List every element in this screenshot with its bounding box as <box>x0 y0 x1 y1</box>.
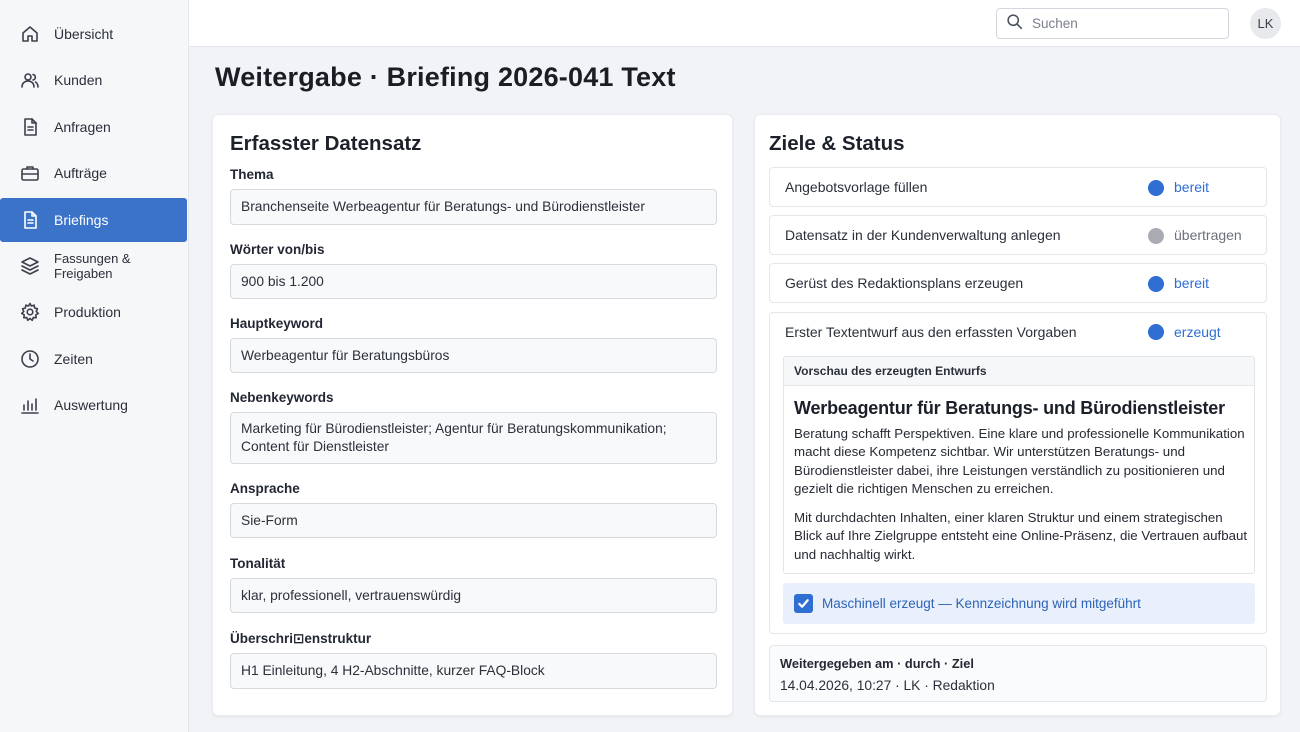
goal-label: Erster Textentwurf aus den erfassten Vor… <box>785 324 1077 340</box>
goals-panel: Ziele & Status Angebotsvorlage füllen be… <box>754 114 1281 716</box>
sidebar-item-label: Produktion <box>54 304 121 321</box>
field-label-ansprache: Ansprache <box>230 481 300 496</box>
preview-title: Werbeagentur für Beratungs- und Bürodien… <box>794 398 1225 418</box>
sidebar-item-fassungen[interactable]: Fassungen & Freigaben <box>0 244 188 288</box>
field-woerter[interactable]: 900 bis 1.200 <box>230 264 717 299</box>
field-label-hauptkeyword: Hauptkeyword <box>230 316 324 331</box>
field-nebenkeywords[interactable]: Marketing für Bürodienstleister; Agentur… <box>230 412 717 464</box>
home-icon <box>20 24 40 44</box>
record-panel-title: Erfasster Datensatz <box>230 132 422 155</box>
search-icon <box>1006 13 1023 35</box>
sidebar-item-zeiten[interactable]: Zeiten <box>0 337 188 381</box>
gear-icon <box>20 302 40 322</box>
sidebar-item-label: Zeiten <box>54 350 93 367</box>
bar-chart-icon <box>20 395 40 415</box>
handover-label: Weitergegeben am · durch · Ziel <box>780 656 974 671</box>
users-icon <box>20 70 40 90</box>
sidebar-item-auswertung[interactable]: Auswertung <box>0 383 188 427</box>
field-label-thema: Thema <box>230 167 274 182</box>
goal-row-expanded[interactable]: Erster Textentwurf aus den erfassten Vor… <box>769 312 1267 634</box>
status-dot <box>1148 275 1164 292</box>
status-badge: erzeugt <box>1174 324 1221 340</box>
field-label-woerter: Wörter von/bis <box>230 242 325 257</box>
field-ueberschriftenstruktur[interactable]: H1 Einleitung, 4 H2-Abschnitte, kurzer F… <box>230 653 717 689</box>
sidebar-item-kunden[interactable]: Kunden <box>0 58 188 102</box>
field-tonalitaet[interactable]: klar, professionell, vertrauenswürdig <box>230 578 717 613</box>
goal-label: Angebotsvorlage füllen <box>785 179 928 195</box>
sidebar-item-uebersicht[interactable]: Übersicht <box>0 12 188 56</box>
status-badge: bereit <box>1174 275 1210 291</box>
field-label-nebenkeywords: Nebenkeywords <box>230 390 334 405</box>
ai-label-checkbox[interactable] <box>794 594 813 613</box>
clock-icon <box>20 349 40 369</box>
sidebar-item-label: Kunden <box>54 72 103 89</box>
goal-row[interactable]: Angebotsvorlage füllen bereit <box>769 167 1267 207</box>
goal-label: Datensatz in der Kundenverwaltung anlege… <box>785 227 1061 243</box>
sidebar-item-label: Anfragen <box>54 118 111 135</box>
goal-row[interactable]: Gerüst des Redaktionsplans erzeugen bere… <box>769 263 1267 303</box>
goal-label: Gerüst des Redaktionsplans erzeugen <box>785 275 1024 291</box>
sidebar-item-label: Fassungen & Freigaben <box>54 250 131 281</box>
status-badge: übertragen <box>1174 227 1242 243</box>
field-thema[interactable]: Branchenseite Werbeagentur für Beratungs… <box>230 189 717 225</box>
sidebar-item-label: Übersicht <box>54 26 114 42</box>
status-dot <box>1148 227 1164 244</box>
status-dot <box>1148 324 1164 340</box>
layers-icon <box>20 256 40 276</box>
document-icon <box>20 117 40 137</box>
briefcase-icon <box>20 163 40 183</box>
top-bar: LK <box>189 0 1300 47</box>
sidebar: Übersicht Kunden Anfragen Aufträge Brief… <box>0 0 189 732</box>
handover-info: Weitergegeben am · durch · Ziel 14.04.20… <box>769 645 1267 702</box>
preview-header: Vorschau des erzeugten Entwurfs <box>784 357 1254 386</box>
sidebar-item-label: Briefings <box>54 211 109 228</box>
record-panel: Erfasster Datensatz Thema Branchenseite … <box>212 114 733 716</box>
search-input[interactable] <box>1032 16 1222 31</box>
sidebar-item-produktion[interactable]: Produktion <box>0 290 188 334</box>
sidebar-item-label: Auswertung <box>54 397 128 414</box>
field-hauptkeyword[interactable]: Werbeagentur für Beratungsbüros <box>230 338 717 373</box>
page-title: Weitergabe · Briefing 2026-041 Text <box>215 62 676 92</box>
field-ansprache[interactable]: Sie-Form <box>230 503 717 538</box>
sidebar-item-label: Aufträge <box>54 165 107 182</box>
ai-label-text: Maschinell erzeugt — Kennzeichnung wird … <box>822 596 1141 611</box>
field-label-ueberschriftenstruktur: Überschri⊡enstruktur <box>230 631 372 646</box>
status-badge: bereit <box>1174 179 1210 195</box>
avatar[interactable]: LK <box>1250 8 1281 39</box>
goals-panel-title: Ziele & Status <box>769 132 905 155</box>
sidebar-item-anfragen[interactable]: Anfragen <box>0 105 188 149</box>
draft-preview: Vorschau des erzeugten Entwurfs Werbeage… <box>783 356 1255 574</box>
document-icon <box>20 210 40 230</box>
preview-paragraph: Beratung schafft Perspektiven. Eine klar… <box>794 426 1245 496</box>
goal-row[interactable]: Datensatz in der Kundenverwaltung anlege… <box>769 215 1267 255</box>
check-icon <box>798 599 809 608</box>
status-dot <box>1148 179 1164 196</box>
sidebar-item-briefings[interactable]: Briefings <box>0 197 187 242</box>
preview-paragraph: Mit durchdachten Inhalten, einer klaren … <box>794 510 1248 562</box>
handover-value: 14.04.2026, 10:27 · LK · Redaktion <box>780 678 995 693</box>
ai-label-note[interactable]: Maschinell erzeugt — Kennzeichnung wird … <box>783 583 1255 624</box>
search-box[interactable] <box>996 8 1229 39</box>
field-label-tonalitaet: Tonalität <box>230 556 286 571</box>
sidebar-item-auftraege[interactable]: Aufträge <box>0 151 188 195</box>
